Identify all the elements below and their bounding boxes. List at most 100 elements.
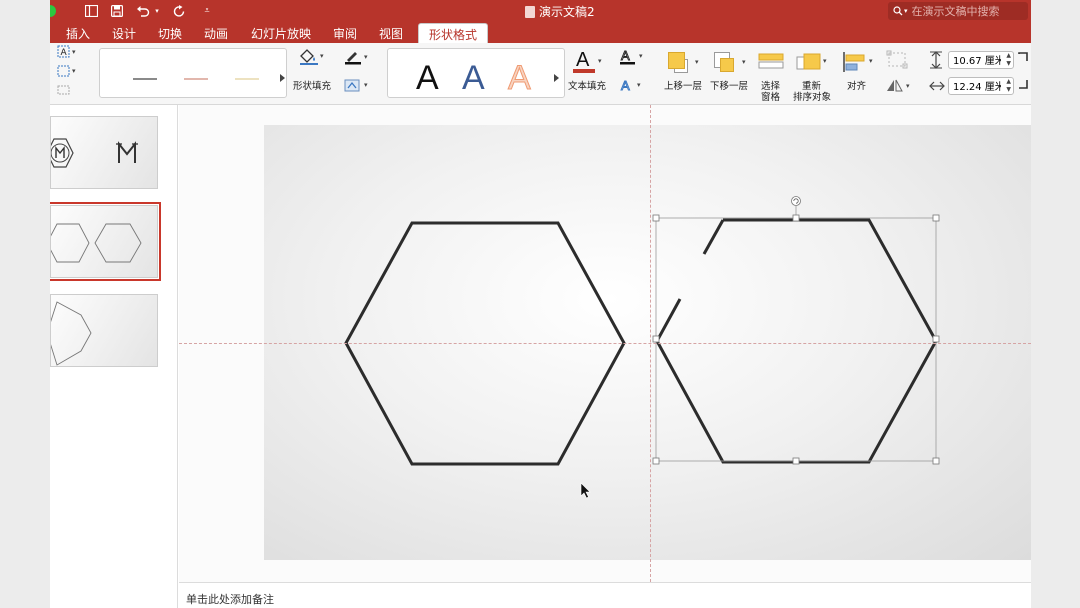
tab-review[interactable]: 审阅 (333, 25, 357, 42)
send-backward-label[interactable]: 下移一层 (710, 81, 748, 92)
reorder-objects-icon[interactable]: ▾ (796, 51, 830, 76)
text-effects-icon[interactable]: A ▾ (618, 77, 646, 96)
text-fill-icon[interactable]: A ▾ (572, 46, 606, 79)
wordart-more-icon[interactable] (554, 74, 559, 82)
text-fill-label[interactable]: 文本填充 (568, 81, 606, 92)
bring-forward-icon-front (668, 52, 685, 69)
document-title: 演示文稿2 (525, 3, 595, 20)
redo-icon[interactable] (171, 2, 187, 20)
svg-text:A: A (621, 48, 630, 63)
resize-handle-top[interactable] (792, 214, 800, 222)
notes-placeholder[interactable]: 单击此处添加备注 (186, 591, 274, 607)
search-input[interactable] (911, 4, 1022, 18)
undo-dropdown-icon[interactable]: ▾ (153, 2, 161, 20)
svg-text:▾: ▾ (364, 81, 368, 89)
slide-thumbnail-pane (50, 105, 178, 608)
slide-editing-area[interactable] (179, 105, 1031, 582)
tab-shape-format[interactable]: 形状格式 (418, 23, 489, 43)
svg-text:▾: ▾ (637, 81, 641, 89)
tab-animations[interactable]: 动画 (204, 25, 228, 42)
bring-forward-label[interactable]: 上移一层 (664, 81, 702, 92)
customize-toolbar-icon[interactable]: ⩡ (201, 2, 213, 20)
tab-view[interactable]: 视图 (379, 25, 403, 42)
merge-shapes-icon[interactable] (56, 83, 78, 100)
resize-handle-top-right[interactable] (932, 214, 940, 222)
undo-icon[interactable] (135, 2, 151, 20)
pen-icon[interactable]: ▾ (343, 49, 371, 68)
align-label[interactable]: 对齐 (847, 81, 866, 92)
notes-pane[interactable]: 单击此处添加备注 (179, 582, 1031, 608)
document-icon (525, 5, 535, 18)
wordart-style-black[interactable]: A (416, 59, 439, 97)
gallery-more-icon[interactable] (280, 74, 285, 82)
send-backward-icon[interactable] (720, 58, 734, 72)
svg-text:A: A (621, 78, 630, 93)
window-zoom-button[interactable] (50, 5, 56, 17)
tab-insert[interactable]: 插入 (66, 25, 90, 42)
svg-text:A: A (61, 48, 68, 58)
wordart-style-orange[interactable]: A (508, 59, 532, 98)
reorder-label-1[interactable]: 重新 (802, 81, 821, 92)
send-backward-dropdown-icon[interactable]: ▾ (742, 58, 746, 66)
search-icon (893, 6, 903, 16)
text-outline-icon[interactable]: A ▾ (618, 48, 646, 69)
edit-shape-icon[interactable]: A ▾ (56, 45, 78, 62)
search-box[interactable]: ▾ (888, 2, 1028, 20)
format-pane-corner-icon[interactable] (1018, 79, 1028, 92)
hexagon-right[interactable] (655, 218, 938, 464)
resize-handle-bottom-right[interactable] (932, 457, 940, 465)
svg-text:A: A (576, 49, 590, 71)
tab-slideshow[interactable]: 幻灯片放映 (251, 25, 311, 42)
smart-guide-horizontal (179, 343, 1031, 344)
search-dropdown-icon[interactable]: ▾ (904, 7, 908, 15)
reorder-label-2[interactable]: 排序对象 (793, 92, 831, 103)
height-stepper[interactable]: ▲ ▼ (1006, 52, 1011, 68)
shape-fill-icon[interactable]: ▾ (297, 47, 325, 68)
align-icon[interactable]: ▾ (842, 51, 876, 76)
wordart-styles-gallery[interactable]: A A A (387, 48, 565, 98)
size-dialog-corner-icon[interactable] (1018, 52, 1028, 65)
shape-width-input[interactable] (953, 80, 1001, 91)
save-icon[interactable] (109, 2, 125, 20)
wordart-style-blue[interactable]: A (462, 59, 485, 97)
bring-forward-dropdown-icon[interactable]: ▾ (695, 58, 699, 66)
resize-handle-right[interactable] (932, 335, 940, 343)
selection-pane-label-2[interactable]: 窗格 (761, 92, 780, 103)
svg-text:▾: ▾ (72, 67, 76, 75)
rotate-handle-icon[interactable] (791, 196, 801, 206)
group-objects-icon[interactable] (885, 50, 911, 73)
tab-transitions[interactable]: 切换 (158, 25, 182, 42)
app-root: ▾ ⩡ 演示文稿2 ▾ 插入 设计 切换 动画 幻灯片放映 审阅 视图 (0, 0, 1080, 608)
shape-height-field[interactable]: ▲▼ (948, 51, 1014, 69)
selection-frame[interactable] (652, 196, 940, 465)
shape-width-field[interactable]: ▲▼ (948, 77, 1014, 95)
title-bar: ▾ ⩡ 演示文稿2 ▾ (50, 0, 1031, 22)
shape-style-3[interactable] (235, 78, 259, 80)
shape-styles-gallery[interactable] (99, 48, 287, 98)
selection-pane-label-1[interactable]: 选择 (761, 81, 780, 92)
slide-thumbnail-3[interactable] (50, 294, 158, 367)
resize-handle-top-left[interactable] (652, 214, 660, 222)
width-icon (929, 79, 945, 96)
shape-style-2[interactable] (184, 78, 208, 80)
sidebar-toggle-icon[interactable] (83, 2, 99, 20)
selection-pane-icon[interactable] (758, 51, 786, 76)
width-stepper[interactable]: ▲ ▼ (1006, 78, 1011, 94)
slide-thumbnail-1[interactable] (50, 116, 158, 189)
ribbon-tab-bar: 插入 设计 切换 动画 幻灯片放映 审阅 视图 形状格式 (50, 22, 1031, 43)
shape-height-input[interactable] (953, 54, 1001, 65)
shape-effects-icon[interactable]: ▾ (343, 77, 371, 96)
mouse-cursor-icon (580, 482, 591, 499)
resize-handle-bottom[interactable] (792, 457, 800, 465)
rotate-icon[interactable]: ▾ (885, 77, 913, 98)
resize-handle-bottom-left[interactable] (652, 457, 660, 465)
text-box-icon[interactable]: ▾ (56, 64, 78, 81)
shape-fill-label[interactable]: 形状填充 (293, 81, 331, 92)
shape-style-1[interactable] (133, 78, 157, 80)
tab-design[interactable]: 设计 (112, 25, 136, 42)
slide-thumbnail-2[interactable] (50, 202, 161, 281)
background-right (1031, 0, 1080, 608)
resize-handle-left[interactable] (652, 335, 660, 343)
svg-text:▾: ▾ (72, 48, 76, 56)
svg-text:▾: ▾ (320, 52, 324, 60)
